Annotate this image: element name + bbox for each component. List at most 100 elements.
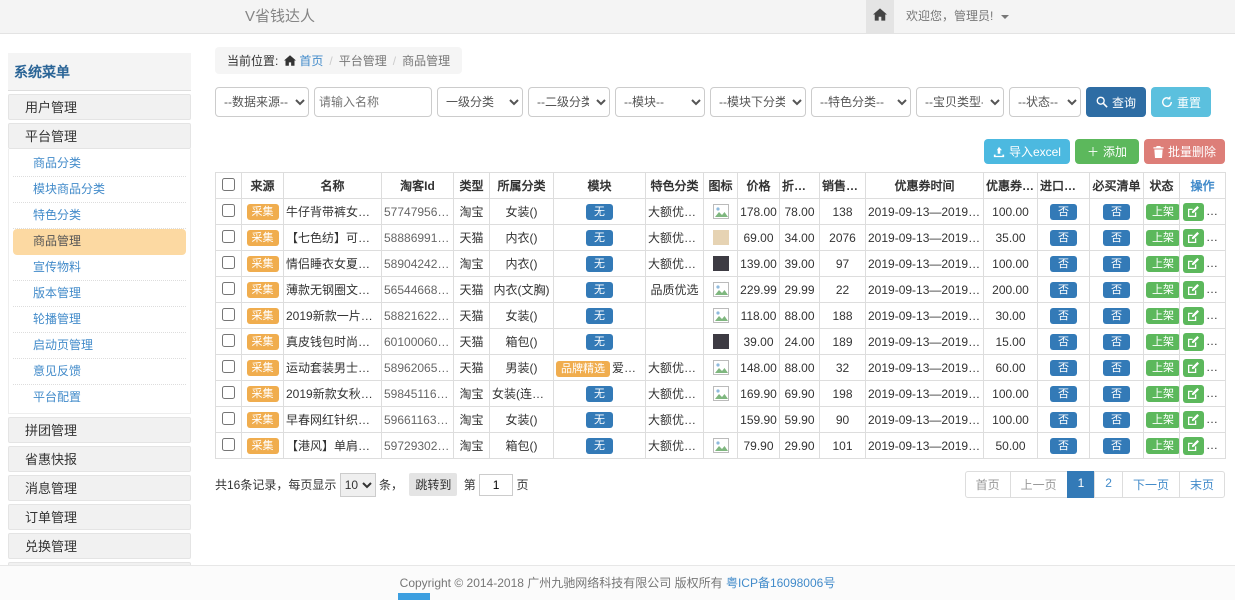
import-select-toggle[interactable]: 否 xyxy=(1050,230,1077,246)
row-checkbox[interactable] xyxy=(222,386,235,399)
import-select-toggle[interactable]: 否 xyxy=(1050,386,1077,402)
must-buy-toggle[interactable]: 否 xyxy=(1103,386,1130,402)
select-all-checkbox[interactable] xyxy=(222,178,235,191)
edit-button[interactable] xyxy=(1183,359,1204,377)
sidebar-group-省惠快报[interactable]: 省惠快报 xyxy=(8,446,191,472)
status-badge[interactable]: 上架 xyxy=(1146,308,1180,324)
row-checkbox[interactable] xyxy=(222,412,235,425)
taoke-id: 601000601341 xyxy=(382,329,454,355)
status-badge[interactable]: 上架 xyxy=(1146,386,1180,402)
sidebar-group-订单管理[interactable]: 订单管理 xyxy=(8,504,191,530)
sidebar-group-平台管理[interactable]: 平台管理 xyxy=(8,123,191,149)
row-checkbox[interactable] xyxy=(222,438,235,451)
edit-button[interactable] xyxy=(1183,203,1204,221)
platform-type: 淘宝 xyxy=(454,407,490,433)
row-checkbox[interactable] xyxy=(222,282,235,295)
must-buy-toggle[interactable]: 否 xyxy=(1103,282,1130,298)
edit-button[interactable] xyxy=(1183,437,1204,455)
status-badge[interactable]: 上架 xyxy=(1146,282,1180,298)
reset-button[interactable]: 重置 xyxy=(1151,87,1211,117)
sidebar-item-宣传物料[interactable]: 宣传物料 xyxy=(13,255,186,281)
level1-category-select[interactable]: 一级分类 xyxy=(437,87,523,117)
import-select-toggle[interactable]: 否 xyxy=(1050,360,1077,376)
jump-button[interactable]: 跳转到 xyxy=(409,473,457,496)
must-buy-toggle[interactable]: 否 xyxy=(1103,256,1130,272)
import-select-toggle[interactable]: 否 xyxy=(1050,282,1077,298)
must-buy-toggle[interactable]: 否 xyxy=(1103,230,1130,246)
pager-item-末页[interactable]: 末页 xyxy=(1179,471,1225,498)
level2-category-select[interactable]: --二级分类-- xyxy=(528,87,610,117)
page-number-input[interactable] xyxy=(479,474,513,496)
sidebar-item-商品管理[interactable]: 商品管理 xyxy=(13,229,186,255)
per-page-select[interactable]: 10 xyxy=(340,473,376,497)
feature-category: 大额优惠券 xyxy=(646,407,704,433)
pager-item-1[interactable]: 1 xyxy=(1067,471,1096,498)
home-button[interactable] xyxy=(866,0,894,33)
status-badge[interactable]: 上架 xyxy=(1146,334,1180,350)
item-type-select[interactable]: --宝贝类型-- xyxy=(916,87,1004,117)
user-menu[interactable]: 欢迎您，管理员! xyxy=(906,0,1009,33)
must-buy-toggle[interactable]: 否 xyxy=(1103,360,1130,376)
sidebar-item-特色分类[interactable]: 特色分类 xyxy=(13,203,186,229)
must-buy-toggle[interactable]: 否 xyxy=(1103,308,1130,324)
module-select[interactable]: --模块-- xyxy=(615,87,705,117)
status-badge[interactable]: 上架 xyxy=(1146,204,1180,220)
pager-item-下一页[interactable]: 下一页 xyxy=(1122,471,1180,498)
must-buy-toggle[interactable]: 否 xyxy=(1103,438,1130,454)
sidebar-item-商品分类[interactable]: 商品分类 xyxy=(13,151,186,177)
import-excel-button[interactable]: 导入excel xyxy=(984,139,1070,164)
coupon-amount: 100.00 xyxy=(984,407,1038,433)
edit-button[interactable] xyxy=(1183,333,1204,351)
status-badge[interactable]: 上架 xyxy=(1146,230,1180,246)
edit-button[interactable] xyxy=(1183,255,1204,273)
row-checkbox[interactable] xyxy=(222,308,235,321)
edit-button[interactable] xyxy=(1183,307,1204,325)
breadcrumb-home-link[interactable]: 首页 xyxy=(284,52,323,69)
pager-item-2[interactable]: 2 xyxy=(1094,471,1123,498)
status-badge[interactable]: 上架 xyxy=(1146,256,1180,272)
sidebar-group-消息管理[interactable]: 消息管理 xyxy=(8,475,191,501)
name-input[interactable] xyxy=(314,87,432,117)
data-source-select[interactable]: --数据来源-- xyxy=(215,87,309,117)
must-buy-toggle[interactable]: 否 xyxy=(1103,334,1130,350)
breadcrumb-separator: / xyxy=(329,54,332,68)
must-buy-toggle[interactable]: 否 xyxy=(1103,412,1130,428)
row-checkbox[interactable] xyxy=(222,256,235,269)
sidebar-item-平台配置[interactable]: 平台配置 xyxy=(13,385,186,411)
batch-delete-button[interactable]: 批量删除 xyxy=(1144,139,1225,164)
sidebar-item-模块商品分类[interactable]: 模块商品分类 xyxy=(13,177,186,203)
row-checkbox[interactable] xyxy=(222,334,235,347)
icp-link[interactable]: 粤ICP备16098006号 xyxy=(726,576,835,590)
import-select-toggle[interactable]: 否 xyxy=(1050,204,1077,220)
sidebar-item-版本管理[interactable]: 版本管理 xyxy=(13,281,186,307)
import-select-toggle[interactable]: 否 xyxy=(1050,438,1077,454)
status-select[interactable]: --状态-- xyxy=(1009,87,1081,117)
import-select-toggle[interactable]: 否 xyxy=(1050,256,1077,272)
row-checkbox[interactable] xyxy=(222,360,235,373)
module-badge: 无 xyxy=(586,282,613,298)
search-button[interactable]: 查询 xyxy=(1086,87,1146,117)
sidebar-item-轮播管理[interactable]: 轮播管理 xyxy=(13,307,186,333)
module-subcategory-select[interactable]: --模块下分类-- xyxy=(710,87,806,117)
status-badge[interactable]: 上架 xyxy=(1146,412,1180,428)
import-select-toggle[interactable]: 否 xyxy=(1050,308,1077,324)
add-button[interactable]: ＋ 添加 xyxy=(1075,139,1139,164)
sidebar-group-用户管理[interactable]: 用户管理 xyxy=(8,94,191,120)
row-checkbox[interactable] xyxy=(222,204,235,217)
sidebar-item-意见反馈[interactable]: 意见反馈 xyxy=(13,359,186,385)
status-badge[interactable]: 上架 xyxy=(1146,360,1180,376)
edit-button[interactable] xyxy=(1183,385,1204,403)
sidebar-group-兑换管理[interactable]: 兑换管理 xyxy=(8,533,191,559)
edit-button[interactable] xyxy=(1183,281,1204,299)
import-select-toggle[interactable]: 否 xyxy=(1050,334,1077,350)
sidebar-item-启动页管理[interactable]: 启动页管理 xyxy=(13,333,186,359)
must-buy-toggle[interactable]: 否 xyxy=(1103,204,1130,220)
row-checkbox[interactable] xyxy=(222,230,235,243)
edit-button[interactable] xyxy=(1183,229,1204,247)
feature-category-select[interactable]: --特色分类-- xyxy=(811,87,911,117)
sidebar-group-拼团管理[interactable]: 拼团管理 xyxy=(8,417,191,443)
status-badge[interactable]: 上架 xyxy=(1146,438,1180,454)
import-select-toggle[interactable]: 否 xyxy=(1050,412,1077,428)
edit-button[interactable] xyxy=(1183,411,1204,429)
coupon-amount: 100.00 xyxy=(984,199,1038,225)
